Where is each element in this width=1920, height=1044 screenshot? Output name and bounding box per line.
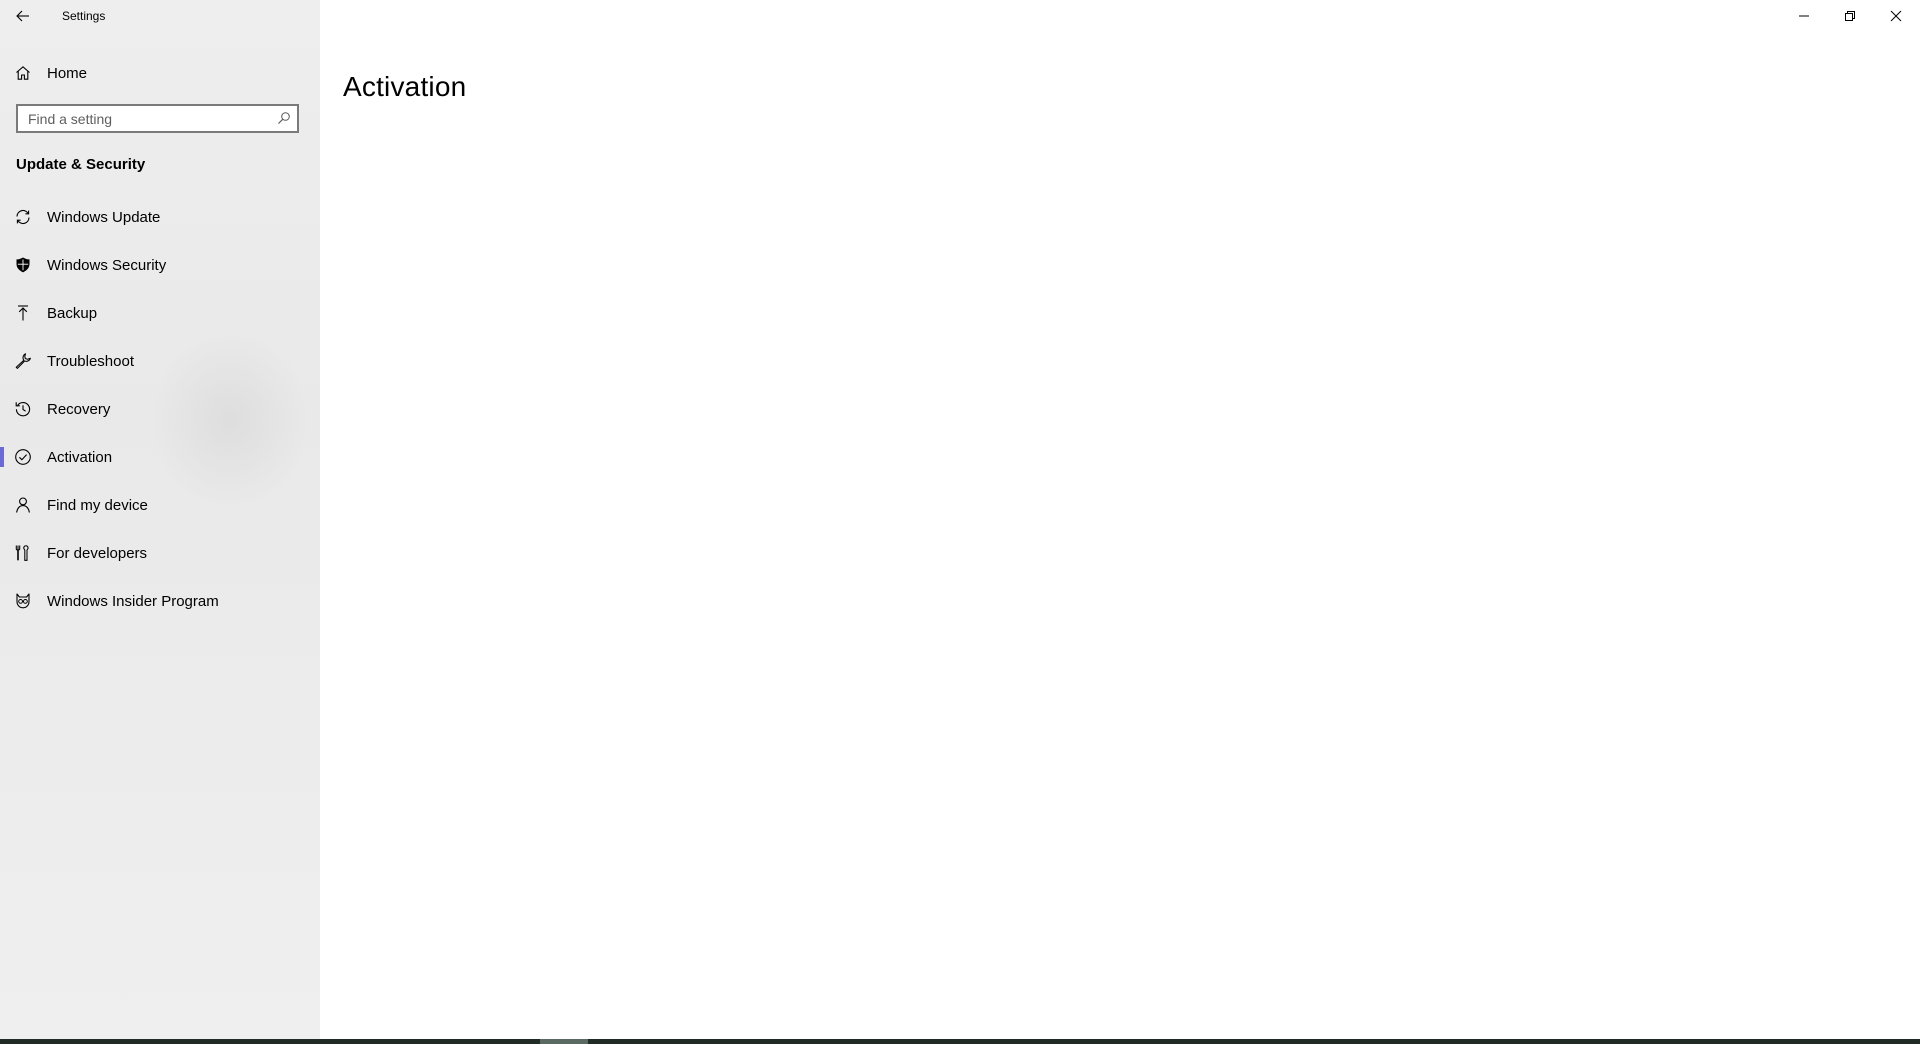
sidebar: Home Update & Security: [0, 0, 320, 1039]
sidebar-item-label: Windows Update: [47, 208, 161, 226]
person-pin-icon: [14, 496, 32, 514]
backup-arrow-icon: [14, 304, 32, 322]
sidebar-item-windows-update[interactable]: Windows Update: [0, 193, 320, 241]
close-button[interactable]: [1873, 0, 1919, 32]
sidebar-item-label: Find my device: [47, 496, 148, 514]
restore-icon: [1844, 10, 1856, 22]
sidebar-item-home[interactable]: Home: [0, 55, 320, 91]
sidebar-item-label: Home: [47, 64, 88, 82]
sidebar-item-find-my-device[interactable]: Find my device: [0, 481, 320, 529]
check-circle-icon: [14, 448, 32, 466]
back-button[interactable]: [0, 0, 46, 32]
sidebar-item-label: Windows Insider Program: [47, 592, 219, 610]
insider-cat-icon: [14, 592, 32, 610]
sidebar-item-backup[interactable]: Backup: [0, 289, 320, 337]
sidebar-item-label: For developers: [47, 544, 148, 562]
wrench-icon: [14, 352, 32, 370]
close-icon: [1890, 10, 1902, 22]
developer-tools-icon: [14, 544, 32, 562]
shield-icon: [14, 256, 32, 274]
minimize-button[interactable]: [1781, 0, 1827, 32]
page-title: Activation: [343, 70, 467, 102]
sidebar-item-label: Backup: [47, 304, 98, 322]
section-title: Update & Security: [16, 156, 146, 173]
sync-icon: [14, 208, 32, 226]
home-icon: [14, 64, 32, 82]
window-title: Settings: [62, 9, 106, 23]
history-icon: [14, 400, 32, 418]
sidebar-item-label: Troubleshoot: [47, 352, 134, 370]
sidebar-item-windows-security[interactable]: Windows Security: [0, 241, 320, 289]
sidebar-item-windows-insider-program[interactable]: Windows Insider Program: [0, 577, 320, 625]
minimize-icon: [1798, 10, 1810, 22]
search-input[interactable]: [18, 106, 278, 131]
settings-window: Home Update & Security: [0, 0, 1920, 1039]
sidebar-nav-list: Windows Update Windows Security Backup T…: [0, 193, 320, 625]
taskbar-edge: [0, 1039, 1920, 1044]
sidebar-item-label: Recovery: [47, 400, 111, 418]
search-box[interactable]: [16, 104, 299, 133]
sidebar-item-troubleshoot[interactable]: Troubleshoot: [0, 337, 320, 385]
title-bar: Settings: [0, 0, 1920, 32]
taskbar-active-indicator: [540, 1039, 588, 1044]
sidebar-item-label: Activation: [47, 448, 113, 466]
sidebar-item-for-developers[interactable]: For developers: [0, 529, 320, 577]
restore-button[interactable]: [1827, 0, 1873, 32]
back-arrow-icon: [15, 8, 31, 24]
sidebar-item-recovery[interactable]: Recovery: [0, 385, 320, 433]
search-icon[interactable]: [277, 111, 291, 125]
sidebar-item-label: Windows Security: [47, 256, 167, 274]
sidebar-item-activation[interactable]: Activation: [0, 433, 320, 481]
